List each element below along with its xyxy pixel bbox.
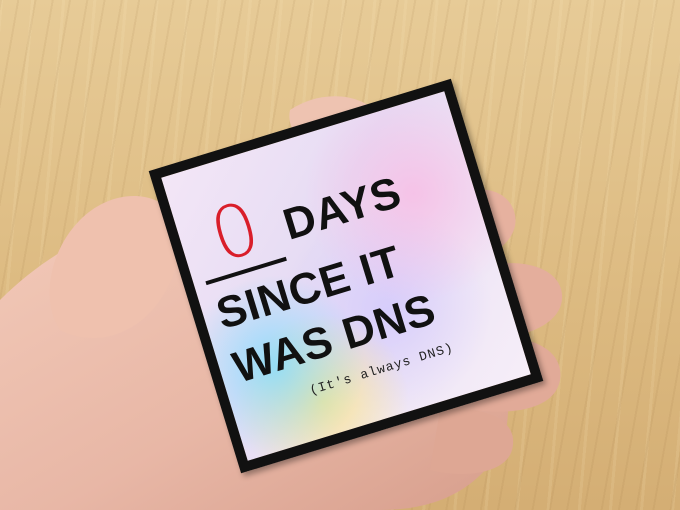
sticker-zero-numeral: 0: [200, 184, 270, 279]
photo-scene: 0 DAYS SINCE IT WAS DNS (It's always DNS…: [0, 0, 680, 510]
